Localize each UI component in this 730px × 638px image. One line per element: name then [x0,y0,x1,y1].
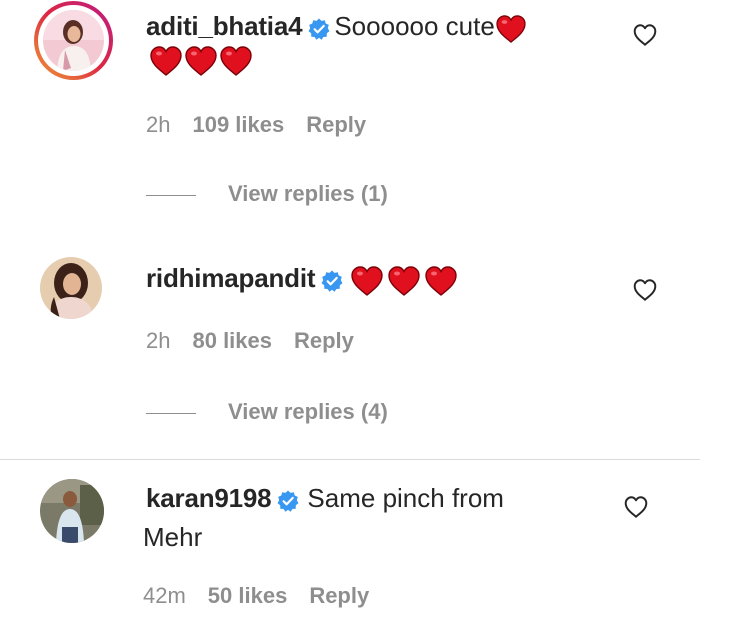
comment-meta: 42m 50 likes Reply [143,583,391,609]
like-heart-outline-icon[interactable] [622,494,650,520]
comment-timestamp[interactable]: 42m [143,583,186,608]
comment-username[interactable]: karan9198 [146,483,272,513]
reply-button[interactable]: Reply [309,583,369,608]
avatar[interactable] [40,479,104,543]
comment-text-continued: Mehr [143,522,203,552]
comment-text: Same pinch from [307,483,504,513]
comment-likes[interactable]: 50 likes [208,583,288,608]
comment-item: karan9198 Same pinch from Mehr 42m 50 like… [0,0,730,638]
verified-badge-icon [277,490,299,512]
comment-body: karan9198 Same pinch from [146,480,504,516]
